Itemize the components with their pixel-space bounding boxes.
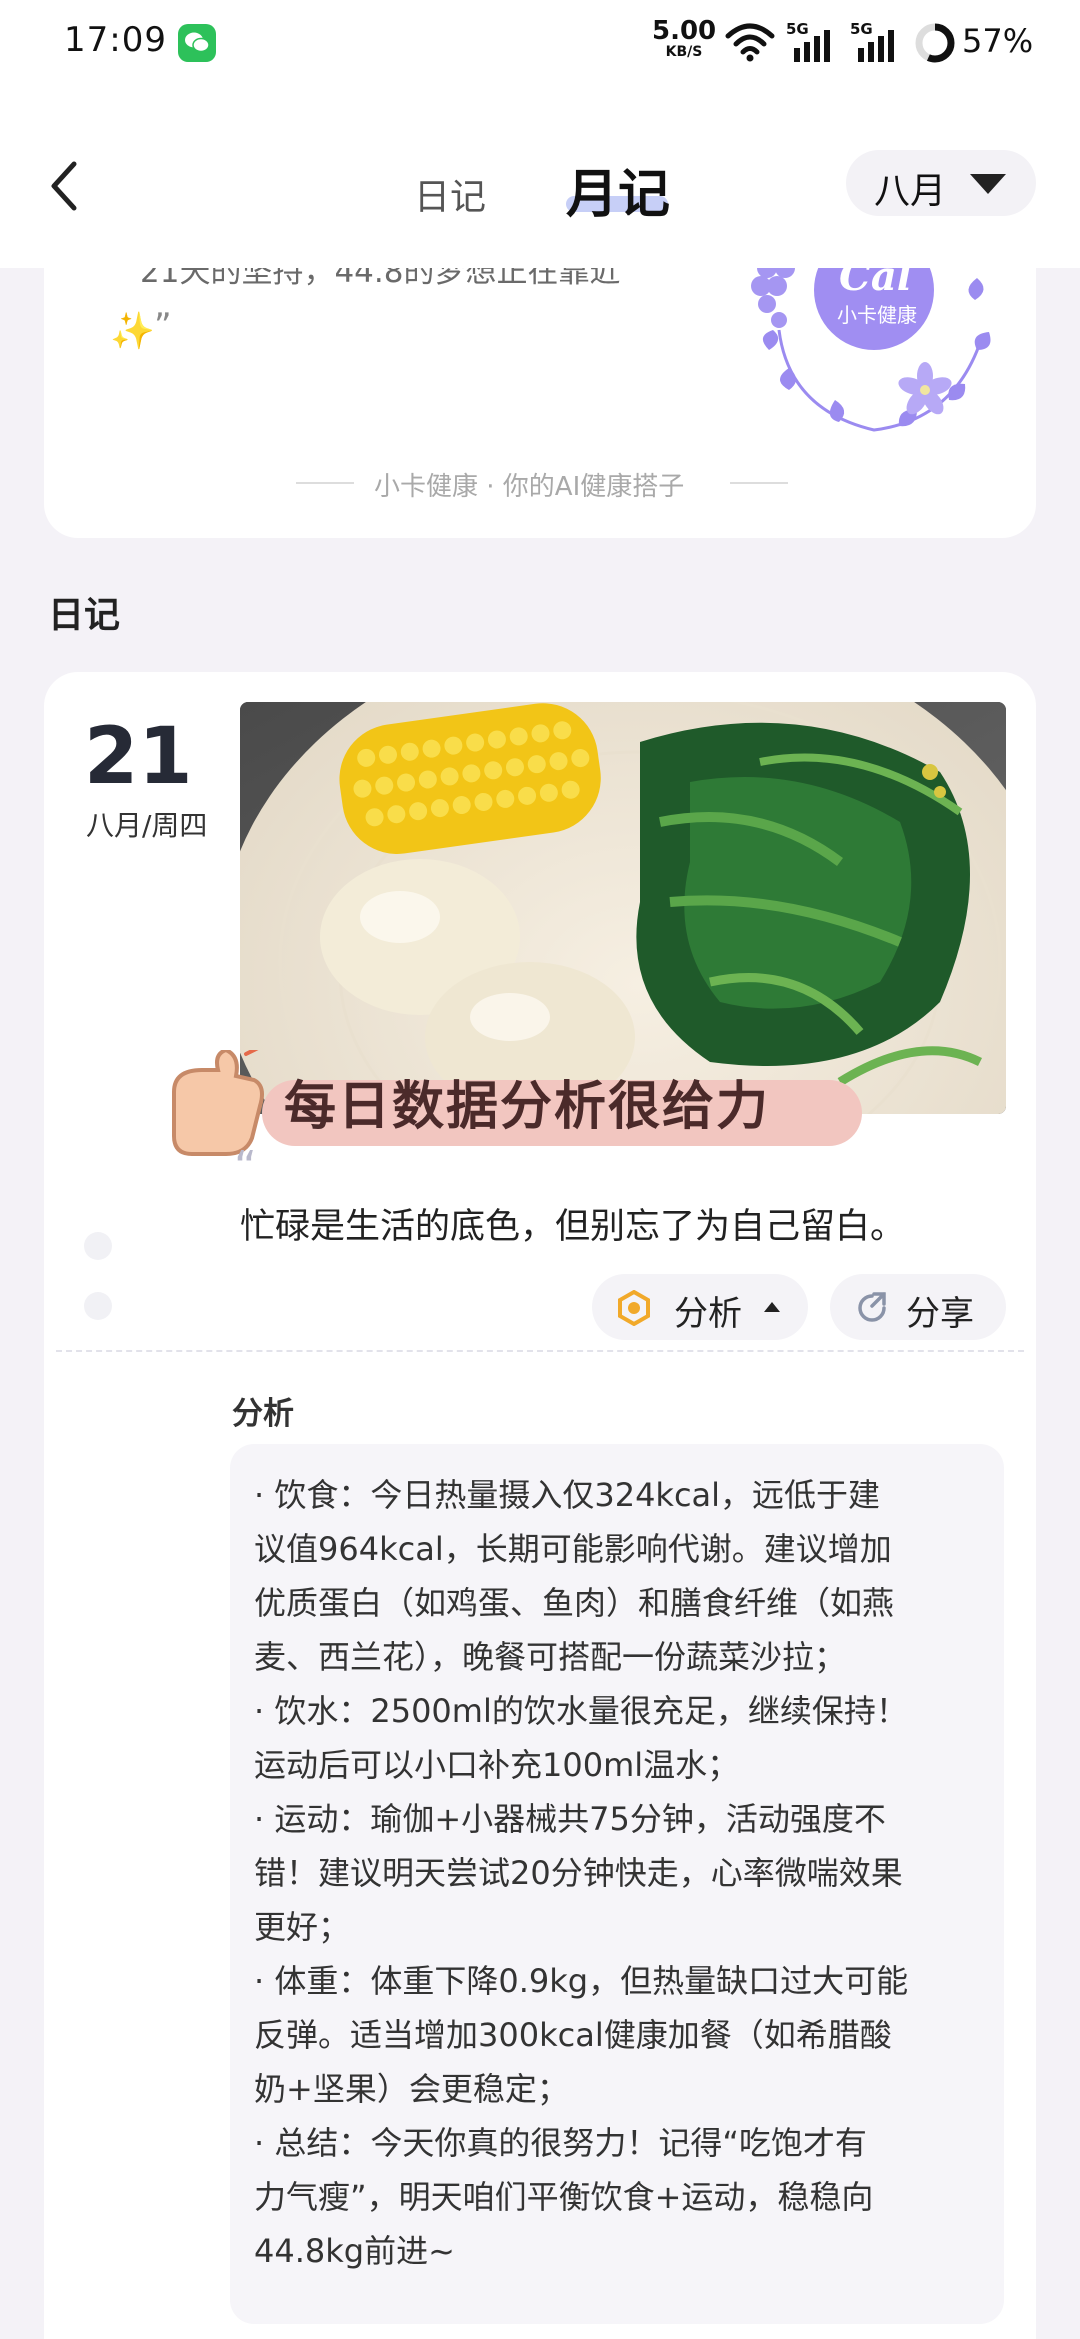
status-time: 17:09	[64, 20, 167, 60]
header: 日记 月记 八月	[0, 86, 1080, 268]
share-icon	[858, 1292, 886, 1322]
analysis-text: · 饮食：今日热量摄入仅324kcal，远低于建 议值964kcal，长期可能影…	[254, 1468, 994, 2278]
analysis-line: 麦、西兰花），晚餐可搭配一份蔬菜沙拉；	[254, 1638, 847, 1676]
cal-logo: Cal 小卡健康	[751, 240, 991, 432]
chevron-down-icon	[970, 174, 1006, 194]
net-speed-value: 5.00	[652, 16, 717, 46]
net-speed: 5.00 KB/S	[652, 18, 716, 60]
analysis-line: 更好；	[254, 1908, 351, 1946]
thumbs-up-icon	[172, 1050, 264, 1156]
analysis-toggle-button[interactable]: 分析	[592, 1274, 808, 1340]
caret-up-icon	[764, 1302, 780, 1312]
dashed-divider	[56, 1350, 1024, 1352]
analysis-button-label: 分析	[674, 1294, 742, 1334]
tab-diary[interactable]: 日记	[414, 168, 486, 220]
analysis-line: · 饮食：今日热量摄入仅324kcal，远低于建	[254, 1476, 881, 1514]
sparkle-emoji: ✨	[110, 311, 155, 352]
month-select[interactable]: 八月	[846, 150, 1036, 216]
entry-day-number: 21	[84, 712, 193, 802]
share-button[interactable]: 分享	[830, 1274, 1006, 1340]
wifi-icon	[725, 23, 775, 62]
analysis-line: 优质蛋白（如鸡蛋、鱼肉）和膳食纤维（如燕	[254, 1584, 895, 1622]
analysis-line: 运动后可以小口补充100ml温水；	[254, 1746, 740, 1784]
decorative-dot	[84, 1292, 112, 1320]
month-select-label: 八月	[874, 171, 947, 212]
analysis-line: 反弹。适当增加300kcal健康加餐（如希腊酸	[254, 2016, 892, 2054]
analysis-line: 错！建议明天尝试20分钟快走，心率微喘效果	[254, 1854, 903, 1892]
signal-icon: 5G	[850, 20, 906, 68]
analysis-title: 分析	[232, 1396, 294, 1432]
analysis-line: · 总结：今天你真的很努力！记得“吃饱才有	[254, 2124, 867, 2162]
share-button-label: 分享	[906, 1294, 974, 1334]
diary-entry-card[interactable]: 21 八月/周四 每日数据分析很给力 “ 忙碌是生活的底色，但别忘了为自己留白。…	[44, 672, 1036, 2339]
signal-icon: 5G	[786, 20, 842, 68]
entry-quote: 忙碌是生活的底色，但别忘了为自己留白。	[240, 1207, 906, 1247]
decorative-dot	[84, 1232, 112, 1260]
sticker-text: 每日数据分析很给力	[284, 1077, 771, 1137]
signal-2-label: 5G	[850, 20, 873, 38]
analysis-line: · 体重：体重下降0.9kg，但热量缺口过大可能	[254, 1962, 909, 2000]
analysis-line: · 运动：瑜伽+小器械共75分钟，活动强度不	[254, 1800, 886, 1838]
opening-quote-mark: “	[234, 1142, 257, 1193]
signal-1-label: 5G	[786, 20, 809, 38]
analysis-line: 议值964kcal，长期可能影响代谢。建议增加	[254, 1530, 892, 1568]
back-arrow-icon[interactable]	[46, 158, 82, 214]
footer-divider-right	[730, 482, 788, 484]
analysis-panel: · 饮食：今日热量摄入仅324kcal，远低于建 议值964kcal，长期可能影…	[230, 1444, 1004, 2324]
card-footer-text: 小卡健康 · 你的AI健康搭子	[374, 472, 685, 502]
analysis-icon	[618, 1290, 650, 1326]
analysis-line: · 饮水：2500ml的饮水量很充足，继续保持！	[254, 1692, 908, 1730]
analysis-line: 44.8kg前进~	[254, 2232, 455, 2270]
wechat-icon	[178, 24, 216, 62]
entry-month-weekday: 八月/周四	[86, 809, 208, 842]
battery-ring-icon	[915, 23, 955, 63]
section-title-diary: 日记	[48, 595, 121, 636]
net-speed-unit: KB/S	[665, 44, 703, 60]
closing-quote-mark: ”	[154, 306, 172, 346]
analysis-line: 力气瘦”，明天咱们平衡饮食+运动，稳稳向	[254, 2178, 874, 2216]
footer-divider-left	[296, 482, 354, 484]
status-bar: 17:09 5.00 KB/S 5G 5G 57%	[0, 0, 1080, 86]
logo-subtext: 小卡健康	[837, 303, 917, 327]
analysis-line: 奶+坚果）会更稳定；	[254, 2070, 569, 2108]
page: 17:09 5.00 KB/S 5G 5G 57% 日记 月记 八月 21天的坚…	[0, 0, 1080, 2339]
battery-percent: 57%	[962, 22, 1034, 60]
tab-monthly[interactable]: 月记	[566, 152, 670, 227]
